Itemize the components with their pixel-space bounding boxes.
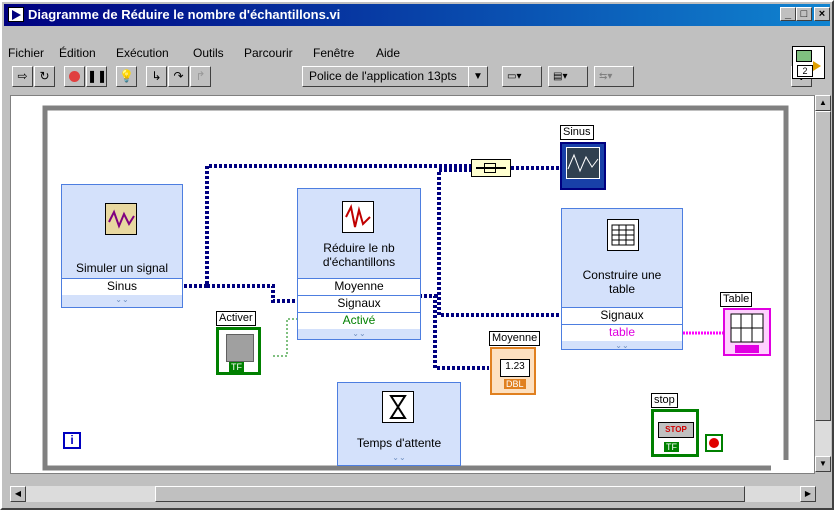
labview-icon (8, 7, 24, 22)
expand-chevron-icon: ⌄⌄ (115, 295, 129, 304)
boolean-wire (273, 318, 297, 357)
scroll-down-icon[interactable]: ▼ (815, 456, 831, 472)
step-over-button[interactable]: ↷ (168, 66, 189, 87)
toolbar: ⇨ ↻ ❚❚ 💡 ↳ ↷ ↱ Police de l'application 1… (6, 66, 786, 92)
font-dropdown-arrow[interactable]: ▼ (468, 66, 488, 87)
boolean-type-badge: TF (664, 442, 679, 452)
stop-control[interactable]: STOP TF (651, 409, 699, 457)
align-objects-button[interactable]: ▭▾ (502, 66, 542, 87)
vertical-scroll-thumb[interactable] (815, 111, 831, 421)
scroll-left-icon[interactable]: ◀ (10, 486, 26, 502)
signaux-input[interactable]: Signaux (562, 307, 682, 324)
horizontal-scrollbar[interactable]: ◀ ▶ (10, 486, 816, 502)
stop-label[interactable]: stop (651, 393, 678, 408)
menu-fichier[interactable]: Fichier (8, 46, 44, 60)
font-selector[interactable]: Police de l'application 13pts (302, 66, 488, 87)
run-button[interactable]: ⇨ (12, 66, 33, 87)
table-output[interactable]: table (562, 324, 682, 341)
simulate-signal-title: Simuler un signal (75, 261, 169, 275)
reduce-samples-icon (342, 201, 374, 233)
menu-edition[interactable]: Édition (59, 46, 96, 60)
sinus-output[interactable]: Sinus (62, 278, 182, 295)
highlight-execution-button[interactable]: 💡 (116, 66, 137, 87)
menu-fenetre[interactable]: Fenêtre (313, 46, 354, 60)
reduce-samples-node[interactable]: Réduire le nb d'échantillons Moyenne Sig… (297, 188, 421, 340)
vi-connector-number: 2 (797, 65, 813, 77)
scroll-up-icon[interactable]: ▲ (815, 95, 831, 111)
moyenne-label[interactable]: Moyenne (489, 331, 541, 346)
maximize-button[interactable]: □ (796, 7, 812, 21)
pause-button[interactable]: ❚❚ (86, 66, 107, 87)
loop-corner (771, 460, 791, 472)
simulate-signal-node[interactable]: Simuler un signal Sinus ⌄⌄ (61, 184, 183, 308)
menu-execution[interactable]: Exécution (116, 46, 169, 60)
window-title: Diagramme de Réduire le nombre d'échanti… (28, 7, 341, 22)
scroll-right-icon[interactable]: ▶ (800, 486, 816, 502)
menu-outils[interactable]: Outils (193, 46, 224, 60)
vertical-scrollbar[interactable]: ▲ ▼ (815, 95, 831, 472)
build-table-node[interactable]: Construire une table Signaux table ⌄⌄ (561, 208, 683, 350)
stop-button-text: STOP (658, 422, 694, 438)
horizontal-scroll-thumb[interactable] (155, 486, 745, 502)
active-input[interactable]: Activé (298, 312, 420, 329)
vi-icon[interactable]: 2 (792, 46, 825, 79)
table-icon (607, 219, 639, 251)
build-table-title: Construire une table (582, 268, 662, 296)
numeric-value: 1.23 (500, 359, 530, 377)
table-indicator[interactable] (723, 308, 771, 356)
boolean-type-badge: TF (229, 362, 244, 372)
expand-chevron-icon: ⌄⌄ (392, 453, 406, 462)
abort-button[interactable] (64, 66, 85, 87)
reduce-samples-title: Réduire le nb d'échantillons (322, 241, 396, 269)
moyenne-output[interactable]: Moyenne (298, 278, 420, 295)
activer-label[interactable]: Activer (216, 311, 256, 326)
close-button[interactable]: × (814, 7, 830, 21)
signaux-input[interactable]: Signaux (298, 295, 420, 312)
wait-node[interactable]: Temps d'attente ⌄⌄ (337, 382, 461, 466)
menu-aide[interactable]: Aide (376, 46, 400, 60)
activer-control[interactable]: TF (216, 327, 261, 375)
menu-parcourir[interactable]: Parcourir (244, 46, 293, 60)
distribute-objects-button[interactable]: ▤▾ (548, 66, 588, 87)
menu-bar: Fichier Édition Exécution Outils Parcour… (6, 46, 786, 64)
step-into-button[interactable]: ↳ (146, 66, 167, 87)
sinus-graph-indicator[interactable] (560, 142, 606, 190)
numeric-type-badge: DBL (504, 379, 526, 389)
simulate-signal-icon (105, 203, 137, 235)
step-out-button[interactable]: ↱ (190, 66, 211, 87)
iteration-terminal-icon[interactable]: i (63, 432, 81, 449)
reorder-button[interactable]: ⇆▾ (594, 66, 634, 87)
minimize-button[interactable]: _ (780, 7, 796, 21)
run-arrow-icon (813, 61, 821, 71)
toggle-switch-icon (226, 334, 254, 362)
table-label[interactable]: Table (720, 292, 753, 307)
title-bar: Diagramme de Réduire le nombre d'échanti… (4, 4, 830, 26)
expand-chevron-icon: ⌄⌄ (615, 341, 629, 350)
merge-signals-node[interactable] (471, 159, 511, 177)
run-continuously-button[interactable]: ↻ (34, 66, 55, 87)
block-diagram[interactable]: Sinus Simuler un signal Sinus ⌄⌄ Réduire… (10, 95, 815, 474)
loop-condition-icon[interactable] (705, 434, 723, 452)
moyenne-indicator[interactable]: 1.23 DBL (490, 347, 536, 395)
expand-chevron-icon: ⌄⌄ (352, 329, 366, 338)
wait-title: Temps d'attente (356, 436, 442, 450)
window: Diagramme de Réduire le nombre d'échanti… (0, 0, 834, 510)
table-grid-icon (730, 313, 764, 353)
sinus-graph-label[interactable]: Sinus (560, 125, 594, 140)
graph-icon (567, 153, 599, 173)
hourglass-icon (382, 391, 414, 423)
